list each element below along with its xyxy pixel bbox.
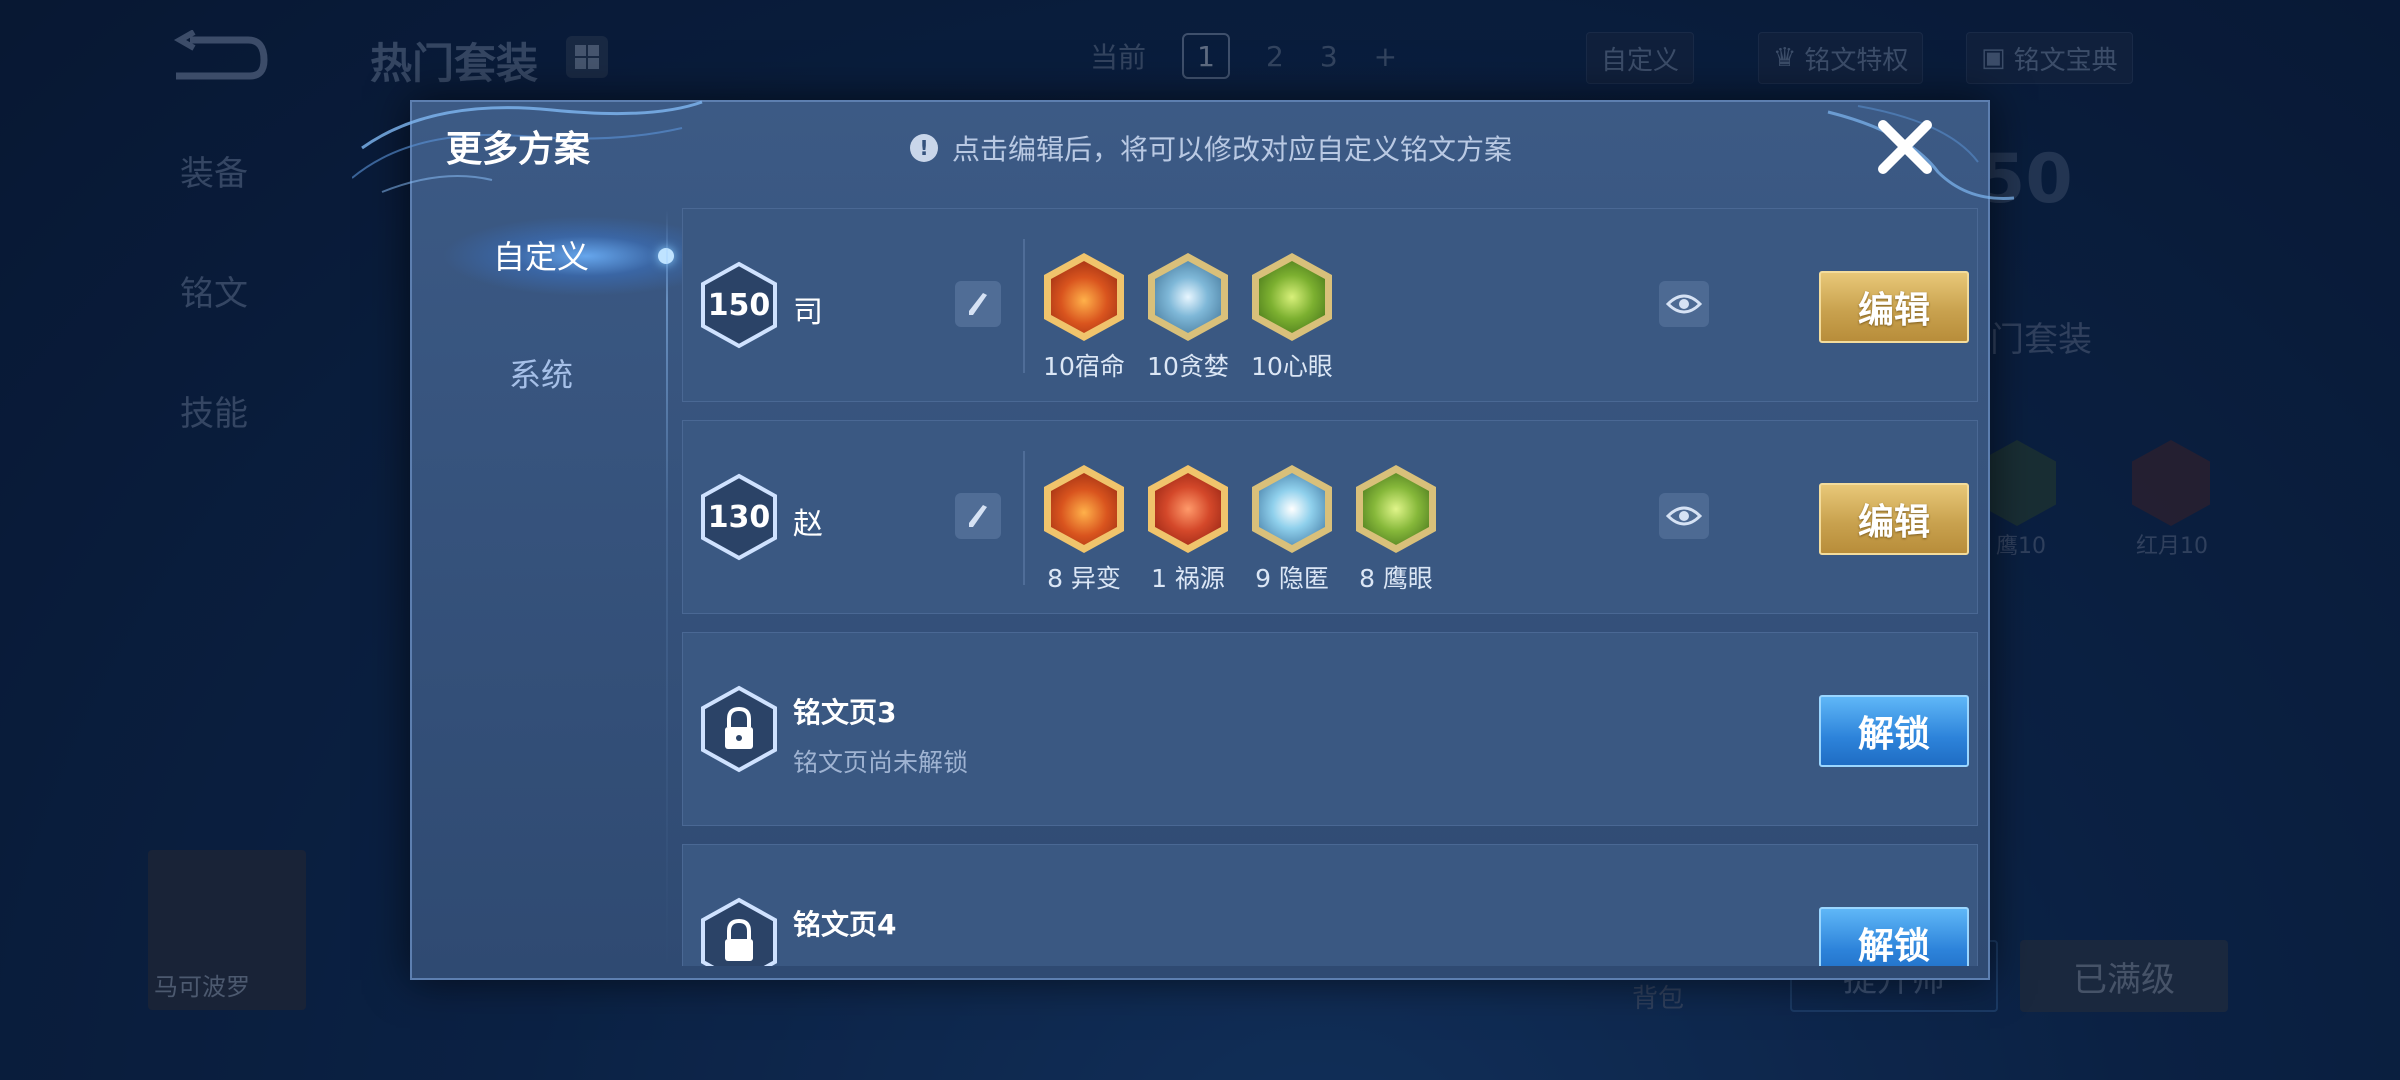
modal-title: 更多方案 [446, 129, 591, 170]
unlock-button[interactable]: 解锁 [1819, 695, 1969, 767]
rune-gem-label: 1 祸源 [1151, 564, 1225, 593]
exclamation-icon: ! [910, 134, 938, 162]
preview-button[interactable] [1659, 493, 1709, 539]
rune-page-list[interactable]: 150 司 10宿命 10贪婪 10心眼 编辑 130 赵 8 异变 1 祸源 … [682, 208, 1978, 966]
tab-custom[interactable]: 自定义 [412, 210, 670, 300]
rune-page-row-locked: 铭文页4 解锁 [682, 844, 1978, 966]
level-badge [701, 261, 777, 349]
rune-page-name: 赵 [793, 507, 823, 542]
edit-button-label: 编辑 [1857, 502, 1930, 543]
rename-button[interactable] [955, 281, 1001, 327]
more-plans-modal: 更多方案 ! 点击编辑后，将可以修改对应自定义铭文方案 自定义 系统 150 司… [352, 100, 2015, 980]
eye-icon [1666, 506, 1702, 526]
edit-button[interactable]: 编辑 [1819, 271, 1969, 343]
unlock-button-label: 解锁 [1857, 926, 1930, 966]
rune-gem[interactable]: 10心眼 [1251, 253, 1333, 383]
rune-gems: 8 异变 1 祸源 9 隐匿 8 鹰眼 [1043, 465, 1437, 595]
rune-gem[interactable]: 10贪婪 [1147, 253, 1229, 383]
modal-tabs: 自定义 系统 [412, 190, 682, 980]
star-rune-icon [1148, 253, 1228, 341]
leaf-rune-icon [1252, 253, 1332, 341]
rune-page-title: 铭文页4 [793, 908, 897, 941]
modal-header: 更多方案 ! 点击编辑后，将可以修改对应自定义铭文方案 [352, 100, 2015, 200]
hint-text: 点击编辑后，将可以修改对应自定义铭文方案 [952, 133, 1513, 166]
rune-gems: 10宿命 10贪婪 10心眼 [1043, 253, 1333, 383]
level-badge [701, 473, 777, 561]
tab-divider [666, 210, 668, 970]
unlock-button[interactable]: 解锁 [1819, 907, 1969, 966]
rune-page-row-locked: 铭文页3 铭文页尚未解锁 解锁 [682, 632, 1978, 826]
lock-icon [701, 897, 777, 966]
clover-rune-icon [1356, 465, 1436, 553]
rune-gem-label: 10贪婪 [1147, 352, 1229, 381]
rune-page-row: 130 赵 8 异变 1 祸源 9 隐匿 8 鹰眼 编辑 [682, 420, 1978, 614]
rune-gem[interactable]: 9 隐匿 [1251, 465, 1333, 595]
rune-gem[interactable]: 8 异变 [1043, 465, 1125, 595]
rune-page-name: 司 [793, 295, 823, 330]
row-divider [1023, 239, 1025, 373]
pen-icon [969, 293, 987, 315]
rune-page-row: 150 司 10宿命 10贪婪 10心眼 编辑 [682, 208, 1978, 402]
arch-rune-icon [1044, 465, 1124, 553]
tab-custom-label: 自定义 [492, 238, 589, 276]
rune-gem[interactable]: 1 祸源 [1147, 465, 1229, 595]
lock-icon [701, 685, 777, 773]
tab-system[interactable]: 系统 [412, 328, 670, 418]
tab-system-label: 系统 [508, 356, 573, 394]
preview-button[interactable] [1659, 281, 1709, 327]
rune-gem-label: 8 鹰眼 [1359, 564, 1433, 593]
rename-button[interactable] [955, 493, 1001, 539]
eye-icon [1666, 294, 1702, 314]
edit-button-label: 编辑 [1857, 290, 1930, 331]
rune-gem-label: 8 异变 [1047, 564, 1121, 593]
rune-page-title: 铭文页3 [793, 696, 897, 729]
close-icon [1878, 120, 1932, 174]
rune-gem-label: 10宿命 [1043, 352, 1125, 381]
fan-rune-icon [1148, 465, 1228, 553]
rune-gem[interactable]: 8 鹰眼 [1355, 465, 1437, 595]
pen-icon [969, 505, 987, 527]
rune-gem-label: 9 隐匿 [1255, 564, 1329, 593]
modal-hint: ! 点击编辑后，将可以修改对应自定义铭文方案 [910, 128, 1512, 168]
rune-page-subtitle: 铭文页尚未解锁 [793, 748, 969, 777]
row-divider [1023, 451, 1025, 585]
edit-button[interactable]: 编辑 [1819, 483, 1969, 555]
rune-gem[interactable]: 10宿命 [1043, 253, 1125, 383]
unlock-button-label: 解锁 [1857, 714, 1930, 755]
close-button[interactable] [1870, 112, 1940, 182]
water-rune-icon [1252, 465, 1332, 553]
flame-rune-icon [1044, 253, 1124, 341]
rune-gem-label: 10心眼 [1251, 352, 1333, 381]
